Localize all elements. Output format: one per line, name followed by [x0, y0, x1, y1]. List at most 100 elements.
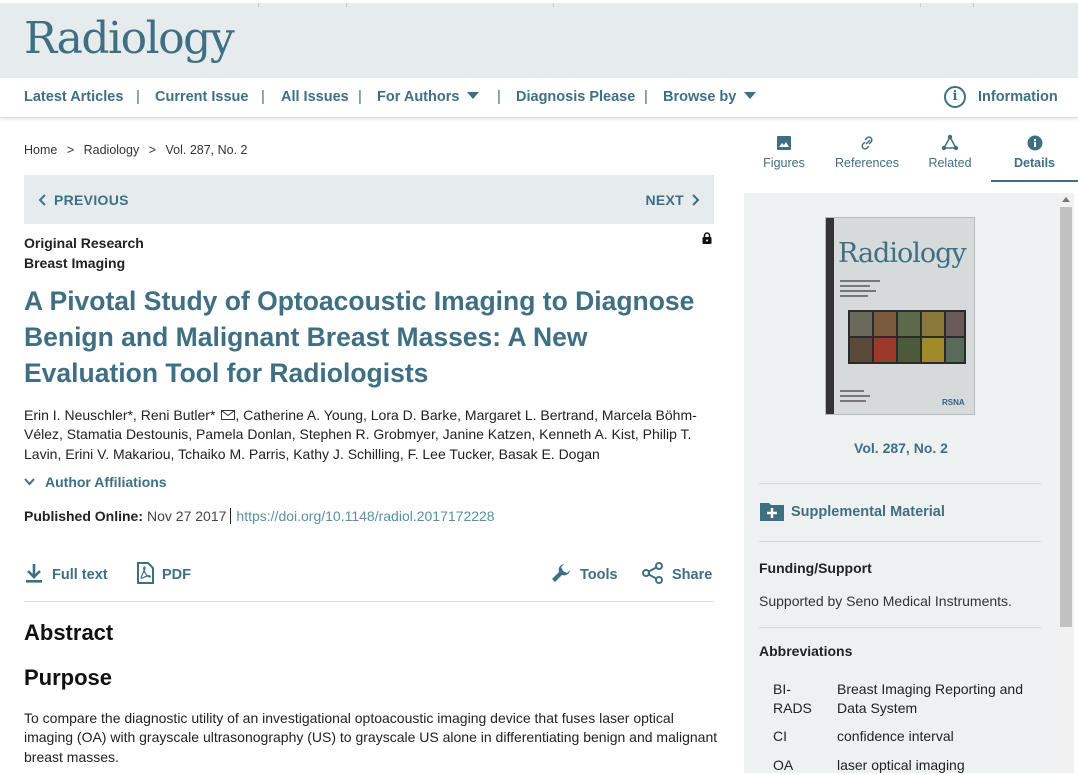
issue-cover-image[interactable]: Radiology RSNA — [825, 217, 975, 415]
issue-volume-link[interactable]: Vol. 287, No. 2 — [744, 440, 1058, 456]
nav-browse-by-label: Browse by — [663, 89, 737, 105]
share-button[interactable]: Share — [642, 562, 712, 584]
cover-text-line — [840, 285, 870, 287]
breadcrumb-home[interactable]: Home — [24, 143, 57, 157]
site-header: Radiology — [0, 0, 1078, 78]
chevron-down-icon — [467, 92, 480, 99]
abbreviation-term: BI-RADS — [773, 681, 812, 716]
cover-text-line — [840, 295, 868, 297]
cover-cell — [850, 312, 872, 336]
full-text-label: Full text — [52, 567, 108, 583]
email-icon[interactable] — [221, 410, 236, 420]
breadcrumb-journal[interactable]: Radiology — [84, 143, 140, 157]
article-pager: PREVIOUS NEXT — [24, 175, 714, 224]
nav-separator: | — [136, 88, 140, 105]
nav-current-issue[interactable]: Current Issue — [155, 89, 248, 105]
nav-separator: | — [261, 88, 265, 105]
breadcrumb-separator: > — [148, 143, 157, 157]
article-title: A Pivotal Study of Optoacoustic Imaging … — [24, 286, 695, 388]
full-text-button[interactable]: Full text — [24, 562, 108, 584]
author-affiliations-toggle[interactable]: Author Affiliations — [24, 474, 167, 490]
cover-cell — [946, 312, 964, 336]
divider — [759, 483, 1041, 484]
chevron-left-icon — [38, 194, 46, 206]
tab-figures[interactable]: Figures — [744, 128, 824, 182]
header-divider — [973, 3, 974, 7]
cover-cell — [898, 338, 920, 362]
article-category: Original Research — [24, 235, 144, 251]
supplemental-material-link[interactable]: Supplemental Material — [759, 500, 945, 522]
wrench-icon — [552, 564, 570, 582]
published-label: Published Online: — [24, 508, 144, 524]
link-icon — [861, 136, 873, 150]
supplemental-label: Supplemental Material — [791, 504, 945, 520]
chevron-down-icon — [24, 478, 35, 486]
cover-publisher-logo: RSNA — [942, 398, 965, 407]
info-icon[interactable]: i — [944, 86, 966, 108]
affiliations-label: Author Affiliations — [45, 474, 167, 490]
nav-latest-articles[interactable]: Latest Articles — [24, 89, 123, 105]
nav-browse-by[interactable]: Browse by — [663, 89, 757, 105]
author-list: Erin I. Neuschler*, Reni Butler* , Cathe… — [24, 406, 714, 464]
nav-for-authors[interactable]: For Authors — [377, 89, 480, 105]
nav-separator: | — [358, 88, 362, 105]
tab-related[interactable]: Related — [910, 128, 990, 182]
next-label: NEXT — [645, 192, 684, 208]
sidebar-tabs: Figures References Related Details — [744, 128, 1078, 182]
cover-text-line — [840, 280, 880, 282]
tab-details[interactable]: Details — [991, 128, 1078, 182]
chevron-right-icon — [692, 194, 700, 206]
folder-plus-icon — [760, 503, 784, 521]
breadcrumb-issue[interactable]: Vol. 287, No. 2 — [166, 143, 248, 157]
site-logo[interactable]: Radiology — [24, 13, 235, 64]
divider — [759, 627, 1041, 628]
nav-diagnosis-please[interactable]: Diagnosis Please — [516, 89, 635, 105]
article-section: Breast Imaging — [24, 255, 126, 271]
cover-text-line — [840, 290, 876, 292]
cover-text-line — [840, 400, 866, 402]
chevron-down-icon — [744, 92, 757, 99]
abbreviation-definition: confidence interval — [837, 728, 954, 744]
breadcrumb: Home > Radiology > Vol. 287, No. 2 — [24, 143, 254, 157]
abbreviation-term: OA — [773, 757, 794, 773]
previous-article-button[interactable]: PREVIOUS — [38, 192, 129, 208]
abbreviations-heading: Abbreviations — [759, 643, 853, 659]
article-type: Original Research Breast Imaging — [24, 233, 144, 273]
scroll-up-arrow[interactable] — [1062, 197, 1070, 202]
abstract-heading: Abstract — [24, 620, 114, 645]
nav-separator: | — [644, 88, 648, 105]
abbreviation-definition: Breast Imaging Reporting and Data System — [837, 681, 1023, 716]
purpose-heading: Purpose — [24, 665, 113, 690]
nav-for-authors-label: For Authors — [377, 89, 460, 105]
pdf-button[interactable]: PDF — [136, 562, 191, 584]
tab-details-label: Details — [1014, 156, 1055, 170]
tools-button[interactable]: Tools — [550, 562, 618, 584]
cover-title: Radiology — [838, 238, 967, 269]
previous-label: PREVIOUS — [54, 192, 129, 208]
doi-link[interactable]: https://doi.org/10.1148/radiol.201717222… — [230, 508, 495, 524]
tab-references[interactable]: References — [827, 128, 907, 182]
scrollbar-thumb[interactable] — [1060, 207, 1072, 627]
network-icon — [941, 134, 959, 151]
details-scrollbar[interactable] — [1058, 193, 1074, 773]
nav-information[interactable]: Information — [978, 89, 1058, 105]
cover-cell — [946, 338, 964, 362]
tab-figures-label: Figures — [763, 156, 805, 170]
pdf-label: PDF — [162, 567, 191, 583]
article-actions: Full text PDF Tools Share — [24, 558, 714, 602]
next-article-button[interactable]: NEXT — [645, 192, 700, 208]
share-icon — [642, 562, 663, 584]
download-icon — [26, 564, 42, 583]
authors-primary[interactable]: Erin I. Neuschler*, Reni Butler* — [24, 407, 215, 423]
lock-icon — [702, 232, 712, 244]
header-divider — [553, 3, 554, 7]
nav-separator: | — [497, 88, 501, 105]
divider — [759, 541, 1041, 542]
header-divider — [258, 3, 259, 7]
info-icon — [1027, 135, 1042, 151]
abbreviation-definition: laser optical imaging — [837, 757, 965, 773]
publication-info: Published Online: Nov 27 2017 https://doi.… — [24, 508, 495, 524]
tab-related-label: Related — [928, 156, 972, 170]
nav-all-issues[interactable]: All Issues — [281, 89, 349, 105]
cover-cell — [874, 338, 896, 362]
